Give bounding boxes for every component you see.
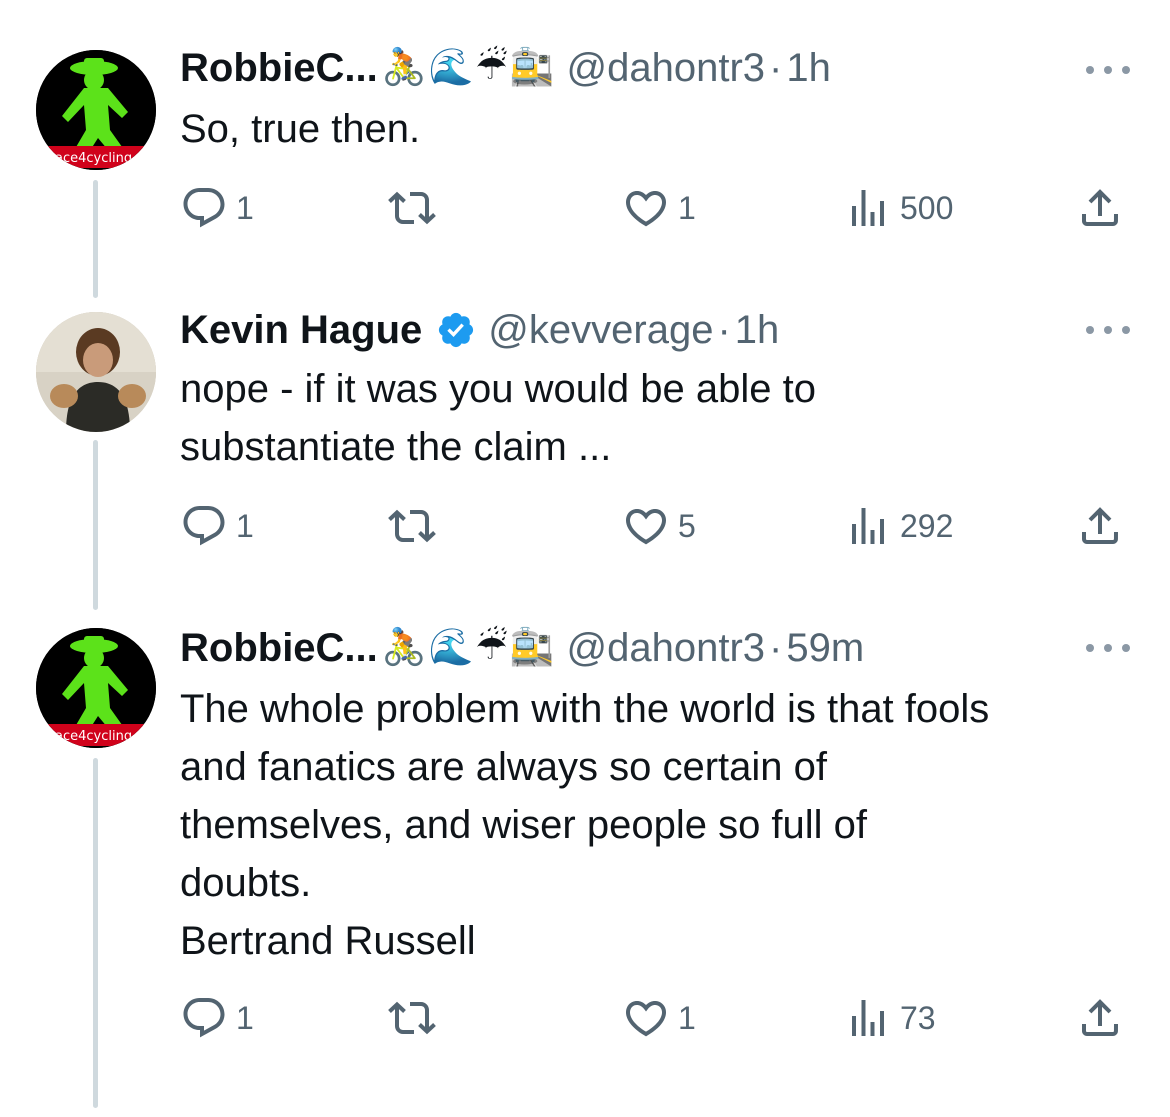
- ampelmann-avatar-icon: space4cycling: [36, 50, 156, 170]
- share-button[interactable]: [1076, 994, 1124, 1042]
- action-bar: 1 5 292: [180, 502, 1140, 550]
- avatar-caption: space4cycling: [40, 151, 132, 166]
- reply-count: 1: [236, 999, 254, 1036]
- display-name[interactable]: Kevin Hague: [180, 304, 422, 356]
- share-icon: [1082, 507, 1118, 544]
- share-button[interactable]: [1076, 502, 1124, 550]
- like-count: 1: [678, 189, 696, 226]
- share-icon: [1082, 999, 1118, 1036]
- reply-count: 1: [236, 189, 254, 226]
- retweet-button[interactable]: [388, 184, 444, 232]
- like-count: 1: [678, 999, 696, 1036]
- person-photo-avatar-icon: [36, 312, 156, 432]
- thread-line: [93, 440, 98, 610]
- heart-icon: [625, 509, 667, 545]
- view-count: 73: [900, 999, 936, 1036]
- retweet-icon: [388, 1001, 436, 1035]
- views-button[interactable]: 292: [844, 502, 953, 550]
- reply-icon: [183, 998, 225, 1038]
- name-emojis: 🚴🌊☔🚉: [381, 47, 557, 88]
- views-button[interactable]: 73: [844, 994, 936, 1042]
- tweet-text: So, true then.: [180, 107, 421, 151]
- avatar[interactable]: space4cycling: [36, 628, 156, 748]
- reply-button[interactable]: 1: [180, 184, 254, 232]
- verified-badge-icon: [439, 312, 474, 348]
- share-icon: [1082, 189, 1118, 226]
- more-options-icon[interactable]: [1086, 320, 1130, 340]
- like-count: 5: [678, 507, 696, 544]
- display-name[interactable]: RobbieC...: [180, 42, 378, 94]
- retweet-icon: [388, 191, 436, 225]
- retweet-icon: [388, 509, 436, 543]
- views-icon: [852, 190, 884, 226]
- user-handle[interactable]: @kevverage: [488, 304, 713, 356]
- retweet-button[interactable]: [388, 502, 444, 550]
- user-handle[interactable]: @dahontr3: [567, 42, 766, 94]
- views-icon: [852, 1000, 884, 1036]
- heart-icon: [625, 1001, 667, 1037]
- tweet-header: RobbieC... 🚴🌊☔🚉 @dahontr3 · 1h: [180, 42, 831, 94]
- separator: ·: [769, 626, 783, 670]
- timestamp[interactable]: 1h: [735, 304, 780, 356]
- timestamp[interactable]: 59m: [786, 622, 864, 674]
- view-count: 292: [900, 507, 954, 544]
- view-count: 500: [900, 189, 954, 226]
- thread-line: [93, 180, 98, 298]
- reply-button[interactable]: 1: [180, 994, 254, 1042]
- action-bar: 1 1 73: [180, 994, 1140, 1042]
- separator: ·: [769, 46, 783, 90]
- avatar[interactable]: [36, 312, 156, 432]
- more-options-icon[interactable]: [1086, 60, 1130, 80]
- share-button[interactable]: [1076, 184, 1124, 232]
- ampelmann-avatar-icon: space4cycling: [36, 628, 156, 748]
- tweet[interactable]: Kevin Hague @kevverage · 1h nope - if it…: [0, 300, 1170, 610]
- display-name[interactable]: RobbieC...: [180, 622, 378, 674]
- tweet[interactable]: space4cycling RobbieC... 🚴🌊☔🚉 @dahontr3 …: [0, 0, 1170, 300]
- retweet-button[interactable]: [388, 994, 444, 1042]
- separator: ·: [717, 308, 731, 352]
- like-button[interactable]: 1: [622, 994, 696, 1042]
- views-icon: [852, 508, 884, 544]
- name-emojis: 🚴🌊☔🚉: [381, 627, 557, 668]
- reply-button[interactable]: 1: [180, 502, 254, 550]
- thread-line: [93, 758, 98, 1108]
- tweet-text: nope - if it was you would be able to su…: [180, 367, 816, 469]
- reply-icon: [183, 188, 225, 228]
- avatar-caption: space4cycling: [40, 729, 132, 744]
- timestamp[interactable]: 1h: [786, 42, 831, 94]
- user-handle[interactable]: @dahontr3: [567, 622, 766, 674]
- views-button[interactable]: 500: [844, 184, 953, 232]
- reply-count: 1: [236, 507, 254, 544]
- like-button[interactable]: 5: [622, 502, 696, 550]
- avatar[interactable]: space4cycling: [36, 50, 156, 170]
- tweet-header: RobbieC... 🚴🌊☔🚉 @dahontr3 · 59m: [180, 622, 864, 674]
- tweet-text: The whole problem with the world is that…: [180, 687, 990, 963]
- reply-icon: [183, 506, 225, 546]
- tweet[interactable]: space4cycling RobbieC... 🚴🌊☔🚉 @dahontr3 …: [0, 610, 1170, 1117]
- action-bar: 1 1 500: [180, 184, 1140, 232]
- tweet-header: Kevin Hague @kevverage · 1h: [180, 304, 779, 356]
- thread-feed: space4cycling RobbieC... 🚴🌊☔🚉 @dahontr3 …: [0, 0, 1170, 1117]
- like-button[interactable]: 1: [622, 184, 696, 232]
- more-options-icon[interactable]: [1086, 638, 1130, 658]
- heart-icon: [625, 191, 667, 227]
